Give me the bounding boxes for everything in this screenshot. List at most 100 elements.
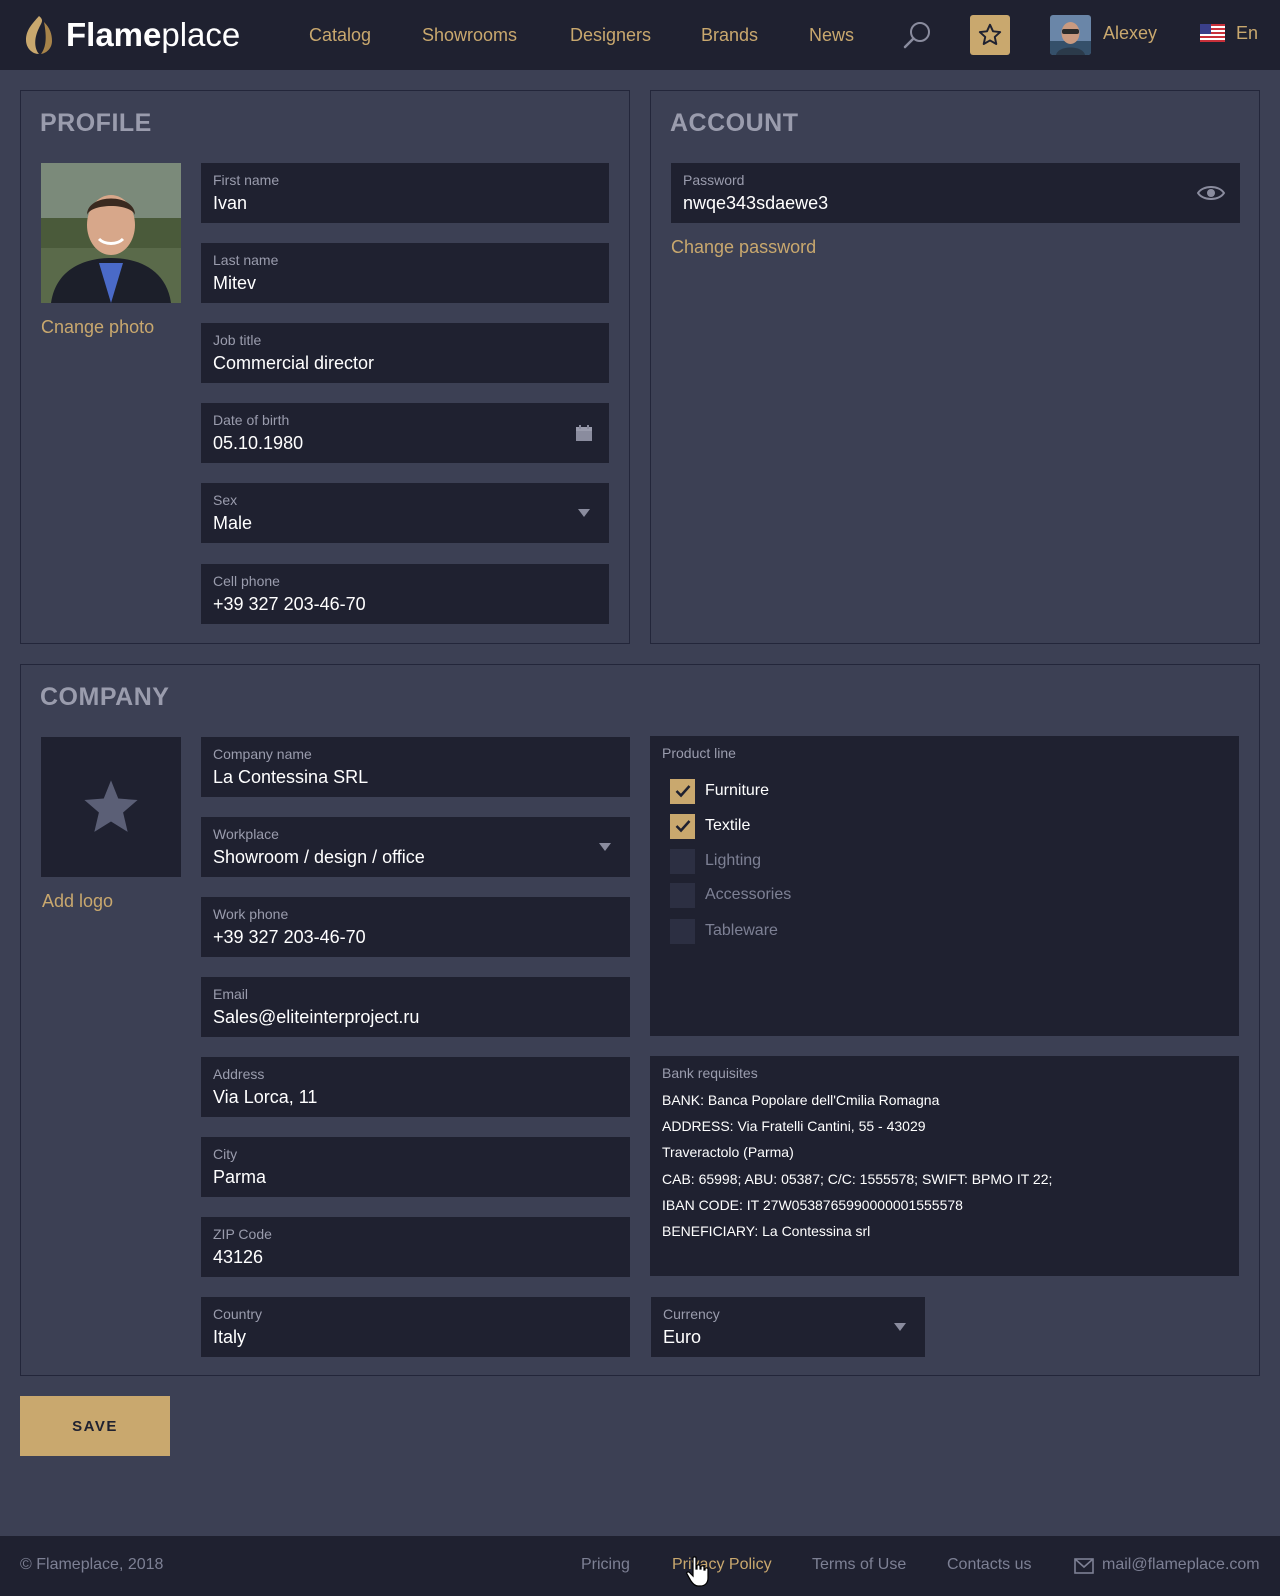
- first-name-field[interactable]: First name Ivan: [201, 163, 609, 223]
- date-of-birth-field[interactable]: Date of birth 05.10.1980: [201, 403, 609, 463]
- product-line-label: Product line: [662, 745, 736, 761]
- us-flag-icon[interactable]: [1200, 24, 1225, 42]
- checkbox-label: Textile: [705, 817, 751, 834]
- nav-brands[interactable]: Brands: [701, 24, 758, 46]
- workplace-select[interactable]: Workplace Showroom / design / office: [201, 817, 630, 877]
- checkbox-tableware[interactable]: Tableware: [670, 918, 778, 944]
- nav-showrooms[interactable]: Showrooms: [422, 24, 517, 46]
- chevron-down-icon: [573, 503, 595, 523]
- logo[interactable]: Flameplace: [22, 10, 240, 60]
- city-field[interactable]: City Parma: [201, 1137, 630, 1197]
- chevron-down-icon: [594, 837, 616, 857]
- checkbox-accessories[interactable]: Accessories: [670, 882, 791, 908]
- bank-line: BANK: Banca Popolare dell'Cmilia Romagna: [662, 1092, 940, 1108]
- bank-line: BENEFICIARY: La Contessina srl: [662, 1223, 871, 1239]
- search-icon[interactable]: [902, 20, 932, 50]
- nav-designers[interactable]: Designers: [570, 24, 651, 46]
- checkbox-checked[interactable]: [670, 778, 695, 804]
- cell-phone-value: +39 327 203-46-70: [213, 594, 366, 614]
- bank-line: ADDRESS: Via Fratelli Cantini, 55 - 4302…: [662, 1118, 926, 1134]
- country-field[interactable]: Country Italy: [201, 1297, 630, 1357]
- profile-panel: PROFILE Cnange photo First name Ivan Las…: [20, 90, 630, 644]
- check-icon: [675, 820, 690, 833]
- sex-value: Male: [213, 513, 253, 533]
- job-title-value: Commercial director: [213, 353, 375, 373]
- last-name-field[interactable]: Last name Mitev: [201, 243, 609, 303]
- last-name-value: Mitev: [213, 273, 257, 293]
- copyright: © Flameplace, 2018: [20, 1556, 164, 1573]
- bank-line: Traveractolo (Parma): [662, 1144, 794, 1160]
- checkbox-furniture[interactable]: Furniture: [670, 778, 769, 804]
- sex-select[interactable]: Sex Male: [201, 483, 609, 543]
- company-name-field[interactable]: Company name La Contessina SRL: [201, 737, 630, 797]
- zip-code-label: ZIP Code: [213, 1226, 272, 1242]
- address-value: Via Lorca, 11: [213, 1087, 318, 1107]
- add-logo-link[interactable]: Add logo: [42, 891, 113, 912]
- cell-phone-field[interactable]: Cell phone +39 327 203-46-70: [201, 564, 609, 624]
- favorites-button[interactable]: [970, 15, 1010, 55]
- mail-icon: [1074, 1558, 1094, 1574]
- language-selector[interactable]: En: [1236, 23, 1258, 44]
- zip-code-field[interactable]: ZIP Code 43126: [201, 1217, 630, 1277]
- job-title-label: Job title: [213, 332, 262, 348]
- user-name[interactable]: Alexey: [1103, 23, 1157, 44]
- checkbox-checked[interactable]: [670, 813, 695, 839]
- footer-link-terms-of-use[interactable]: Terms of Use: [812, 1556, 906, 1574]
- star-icon: [84, 780, 138, 832]
- footer-email-link[interactable]: mail@flameplace.com: [1102, 1556, 1260, 1574]
- checkbox-unchecked[interactable]: [670, 848, 695, 874]
- top-navigation-bar: Flameplace Catalog Showrooms Designers B…: [0, 0, 1280, 70]
- logo-text: Flameplace: [66, 16, 241, 53]
- change-password-link[interactable]: Change password: [671, 237, 816, 258]
- company-name-value: La Contessina SRL: [213, 767, 369, 787]
- checkbox-unchecked[interactable]: [670, 918, 695, 944]
- checkbox-unchecked[interactable]: [670, 882, 695, 908]
- change-photo-link[interactable]: Cnange photo: [41, 317, 154, 338]
- save-button[interactable]: SAVE: [20, 1396, 170, 1456]
- nav-catalog[interactable]: Catalog: [309, 24, 371, 46]
- work-phone-field[interactable]: Work phone +39 327 203-46-70: [201, 897, 630, 957]
- chevron-down-icon: [889, 1317, 911, 1337]
- currency-label: Currency: [663, 1306, 720, 1322]
- footer-link-pricing[interactable]: Pricing: [581, 1556, 630, 1574]
- check-icon: [675, 785, 690, 798]
- hand-cursor-icon: [686, 1556, 709, 1587]
- last-name-label: Last name: [213, 252, 279, 268]
- workplace-value: Showroom / design / office: [213, 847, 425, 867]
- currency-select[interactable]: Currency Euro: [651, 1297, 925, 1357]
- country-value: Italy: [213, 1327, 247, 1347]
- zip-code-value: 43126: [213, 1247, 264, 1267]
- email-field[interactable]: Email Sales@eliteinterproject.ru: [201, 977, 630, 1037]
- workplace-label: Workplace: [213, 826, 279, 842]
- email-value: Sales@eliteinterproject.ru: [213, 1007, 420, 1027]
- date-of-birth-value: 05.10.1980: [213, 433, 304, 453]
- work-phone-value: +39 327 203-46-70: [213, 927, 366, 947]
- password-label: Password: [683, 172, 745, 188]
- calendar-icon[interactable]: [573, 423, 595, 443]
- password-field[interactable]: Password nwqe343sdaewe3: [671, 163, 1240, 223]
- profile-title: PROFILE: [40, 109, 152, 137]
- bank-line: CAB: 65998; ABU: 05387; C/C: 1555578; SW…: [662, 1171, 1053, 1187]
- checkbox-label: Lighting: [705, 852, 762, 869]
- cell-phone-label: Cell phone: [213, 573, 280, 589]
- footer-link-contacts[interactable]: Contacts us: [947, 1556, 1031, 1574]
- company-name-label: Company name: [213, 746, 312, 762]
- first-name-value: Ivan: [213, 193, 248, 213]
- footer: © Flameplace, 2018 Pricing Privacy Polic…: [0, 1536, 1280, 1596]
- date-of-birth-label: Date of birth: [213, 412, 290, 428]
- company-logo-placeholder[interactable]: [41, 737, 181, 877]
- first-name-label: First name: [213, 172, 280, 188]
- eye-icon[interactable]: [1196, 183, 1226, 203]
- address-field[interactable]: Address Via Lorca, 11: [201, 1057, 630, 1117]
- country-label: Country: [213, 1306, 263, 1322]
- account-panel: ACCOUNT Password nwqe343sdaewe3 Change p…: [650, 90, 1260, 644]
- currency-value: Euro: [663, 1327, 702, 1347]
- user-avatar[interactable]: [1050, 15, 1091, 55]
- work-phone-label: Work phone: [213, 906, 289, 922]
- checkbox-lighting[interactable]: Lighting: [670, 848, 761, 874]
- flame-logo-icon: [26, 16, 52, 54]
- nav-news[interactable]: News: [809, 24, 854, 46]
- checkbox-textile[interactable]: Textile: [670, 813, 750, 839]
- bank-requisites-textarea[interactable]: Bank requisites BANK: Banca Popolare del…: [650, 1056, 1239, 1276]
- job-title-field[interactable]: Job title Commercial director: [201, 323, 609, 383]
